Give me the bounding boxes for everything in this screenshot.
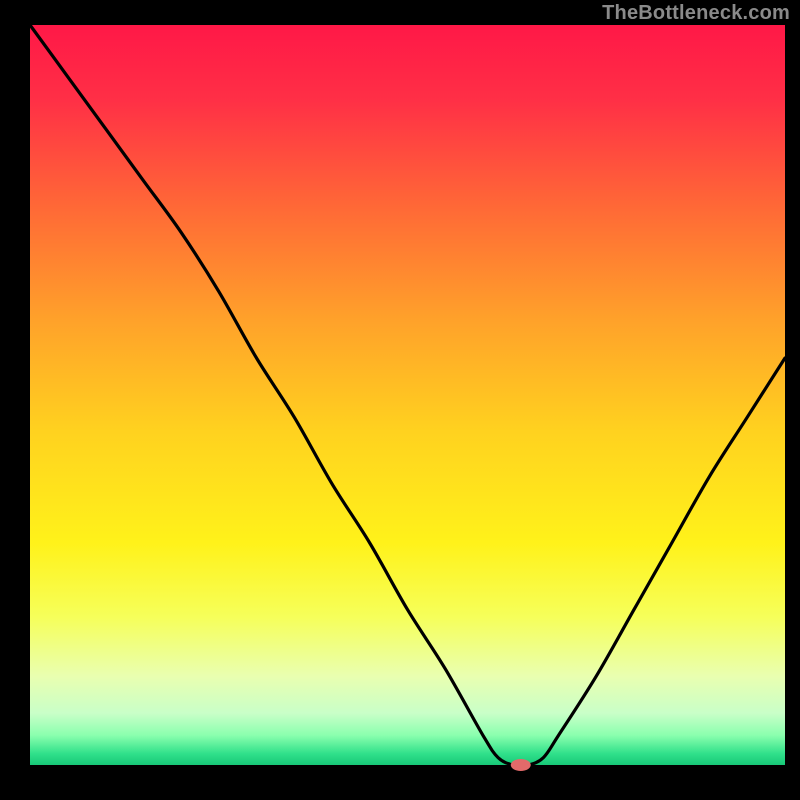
watermark-text: TheBottleneck.com xyxy=(602,2,790,25)
plot-background xyxy=(30,25,785,765)
optimal-marker xyxy=(511,759,531,771)
chart-svg xyxy=(0,0,800,800)
chart-stage: TheBottleneck.com xyxy=(0,0,800,800)
